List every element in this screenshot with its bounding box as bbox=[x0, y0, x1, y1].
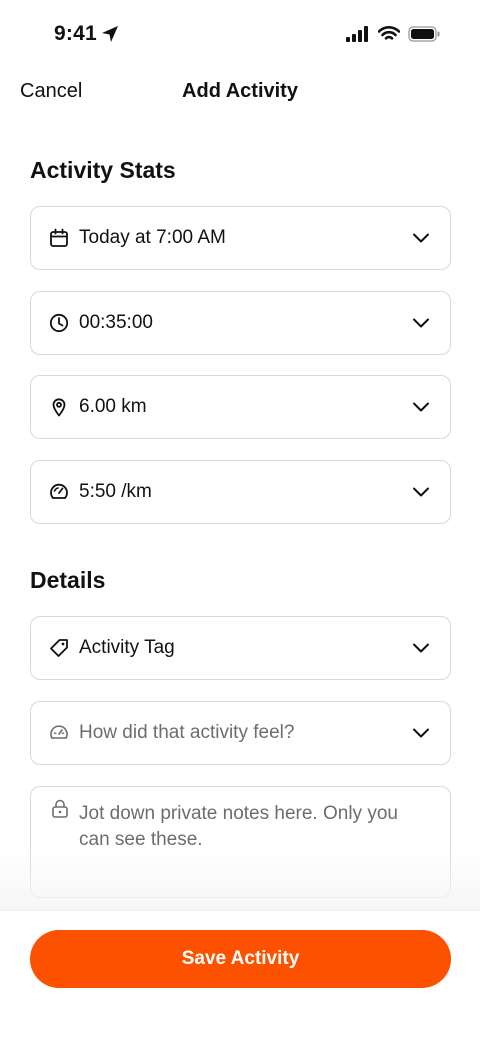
location-pin-icon bbox=[52, 398, 66, 417]
calendar-icon bbox=[50, 228, 68, 247]
chevron-down-icon bbox=[413, 233, 429, 243]
status-bar: 9:41 bbox=[0, 0, 480, 70]
chevron-down-icon bbox=[413, 402, 429, 412]
activity-tag-value: Activity Tag bbox=[79, 637, 175, 658]
private-notes-placeholder: Jot down private notes here. Only you ca… bbox=[79, 803, 398, 850]
nav-bar: Add Activity Cancel bbox=[0, 78, 480, 110]
pace-field[interactable]: 5:50 /km bbox=[30, 460, 451, 524]
details-heading: Details bbox=[30, 567, 106, 593]
activity-tag-field[interactable]: Activity Tag bbox=[30, 616, 451, 680]
private-notes-field[interactable]: Jot down private notes here. Only you ca… bbox=[30, 786, 451, 898]
chevron-down-icon bbox=[413, 487, 429, 497]
location-arrow-icon bbox=[102, 26, 118, 42]
distance-value: 6.00 km bbox=[79, 396, 147, 417]
tag-icon bbox=[50, 639, 68, 657]
pace-value: 5:50 /km bbox=[79, 481, 152, 502]
chevron-down-icon bbox=[413, 728, 429, 738]
duration-value: 00:35:00 bbox=[79, 312, 153, 333]
lock-icon bbox=[52, 799, 68, 818]
duration-field[interactable]: 00:35:00 bbox=[30, 291, 451, 355]
date-time-field[interactable]: Today at 7:00 AM bbox=[30, 206, 451, 270]
gauge-icon bbox=[50, 725, 68, 739]
clock-icon bbox=[49, 313, 69, 333]
battery-icon bbox=[408, 26, 440, 42]
perceived-effort-field[interactable]: How did that activity feel? bbox=[30, 701, 451, 765]
status-icons bbox=[346, 26, 440, 42]
cancel-button[interactable]: Cancel bbox=[20, 80, 82, 103]
chevron-down-icon bbox=[413, 643, 429, 653]
speedometer-icon bbox=[50, 483, 68, 499]
distance-field[interactable]: 6.00 km bbox=[30, 375, 451, 439]
perceived-effort-placeholder: How did that activity feel? bbox=[79, 722, 295, 743]
status-time: 9:41 bbox=[54, 22, 97, 45]
wifi-icon bbox=[378, 26, 400, 40]
save-activity-button[interactable]: Save Activity bbox=[30, 930, 451, 988]
activity-stats-heading: Activity Stats bbox=[30, 157, 176, 183]
cellular-signal-icon bbox=[346, 26, 368, 42]
date-time-value: Today at 7:00 AM bbox=[79, 227, 226, 248]
chevron-down-icon bbox=[413, 318, 429, 328]
